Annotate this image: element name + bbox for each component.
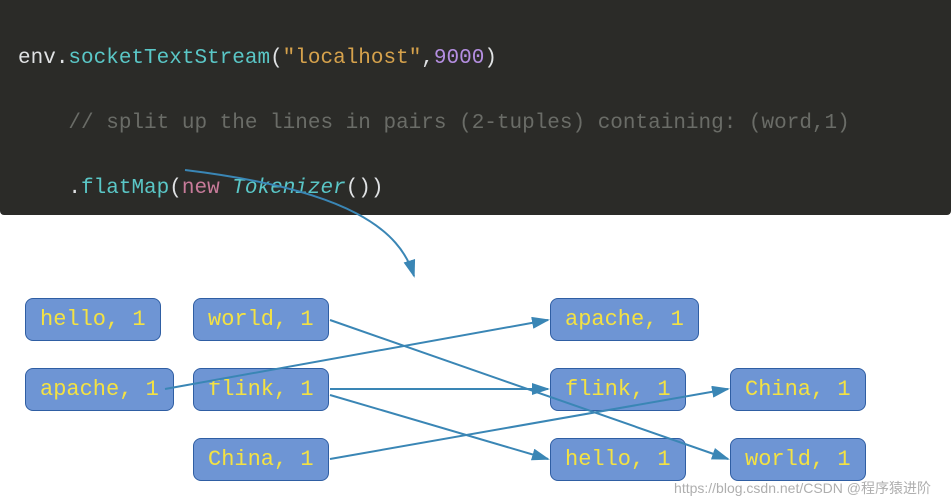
tuple-node-china-left: China, 1: [193, 438, 329, 481]
code-func-flatMap: flatMap: [81, 177, 169, 200]
tuple-node-world-left: world, 1: [193, 298, 329, 341]
code-line-1: env.socketTextStream("localhost",9000): [18, 43, 933, 76]
tuple-node-world-right: world, 1: [730, 438, 866, 481]
tuple-node-flink-left: flink, 1: [193, 368, 329, 411]
watermark-text: https://blog.csdn.net/CSDN @程序猿进阶: [674, 478, 931, 498]
code-line-3: .flatMap(new Tokenizer()): [18, 173, 933, 206]
code-block: env.socketTextStream("localhost",9000) /…: [0, 0, 951, 215]
code-string-localhost: "localhost": [283, 47, 422, 70]
code-env: env: [18, 47, 56, 70]
tuple-node-hello-right: hello, 1: [550, 438, 686, 481]
code-func-socketTextStream: socketTextStream: [68, 47, 270, 70]
tuple-node-hello-left: hello, 1: [25, 298, 161, 341]
tuple-node-flink-right: flink, 1: [550, 368, 686, 411]
code-comment-split: // split up the lines in pairs (2-tuples…: [68, 112, 849, 135]
code-number-port: 9000: [434, 47, 484, 70]
keyby-diagram: hello, 1 apache, 1 world, 1 flink, 1 Chi…: [0, 215, 951, 504]
tuple-node-china-right: China, 1: [730, 368, 866, 411]
code-line-2: // split up the lines in pairs (2-tuples…: [18, 108, 933, 141]
code-keyword-new: new: [182, 177, 220, 200]
tuple-node-apache-right: apache, 1: [550, 298, 699, 341]
code-class-tokenizer: Tokenizer: [232, 177, 345, 200]
tuple-node-apache-left: apache, 1: [25, 368, 174, 411]
